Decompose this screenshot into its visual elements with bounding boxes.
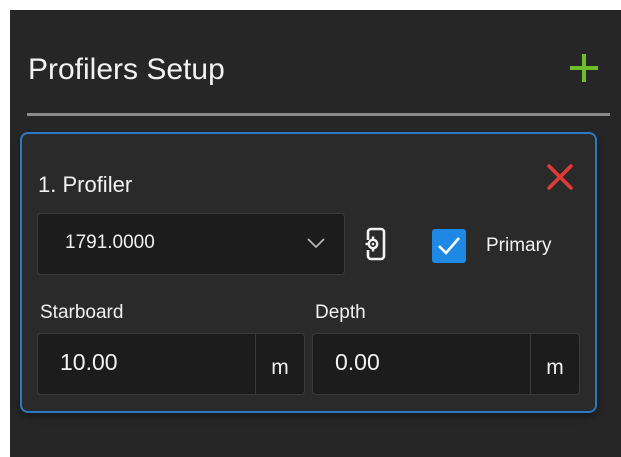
profiler-select[interactable]: 1791.0000 [37, 213, 345, 275]
plus-icon [570, 54, 598, 82]
starboard-field[interactable]: 10.00 m [37, 333, 305, 395]
starboard-label: Starboard [40, 302, 124, 323]
checkmark-icon [438, 237, 460, 255]
panel-title: Profilers Setup [28, 53, 225, 86]
close-x-icon [547, 164, 573, 190]
depth-value: 0.00 [335, 349, 380, 375]
header-divider [27, 113, 610, 116]
chevron-down-icon [307, 238, 325, 249]
add-profiler-button[interactable] [564, 48, 604, 88]
device-settings-icon [363, 227, 386, 261]
depth-field[interactable]: 0.00 m [312, 333, 580, 395]
primary-checkbox[interactable] [432, 229, 466, 263]
starboard-unit: m [255, 334, 304, 394]
depth-label: Depth [315, 302, 366, 323]
panel-header: Profilers Setup [28, 42, 608, 102]
profilers-setup-panel: Profilers Setup 1. Profiler 1791.0000 Pr… [10, 10, 621, 457]
device-settings-button[interactable] [359, 227, 393, 261]
primary-label: Primary [486, 235, 552, 256]
starboard-value: 10.00 [60, 349, 118, 375]
profiler-card: 1. Profiler 1791.0000 Primary Starboard … [20, 132, 597, 413]
remove-profiler-button[interactable] [545, 162, 575, 192]
profiler-title: 1. Profiler [38, 172, 133, 197]
depth-unit: m [530, 334, 579, 394]
profiler-select-value: 1791.0000 [65, 232, 155, 253]
